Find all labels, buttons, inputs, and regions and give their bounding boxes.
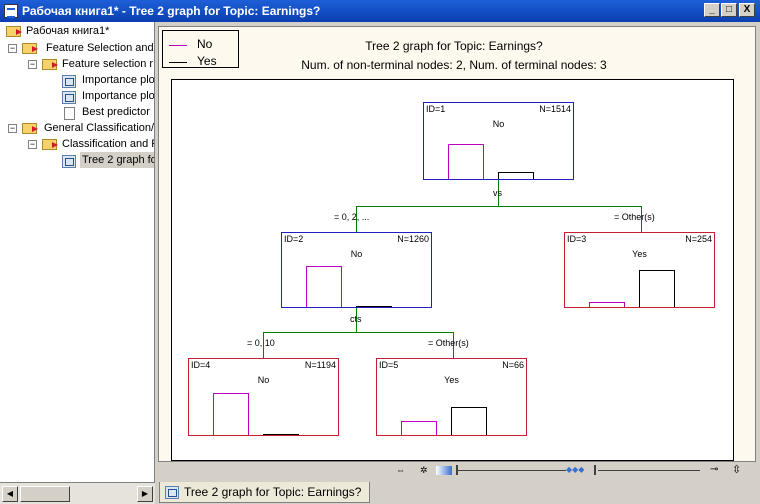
node-bar-yes [356, 306, 392, 307]
folder-icon [42, 139, 58, 150]
tree-node[interactable]: ID=4 N=1194 No [188, 358, 339, 436]
workbook-tree: Рабочая книга1* − Feature Selection and … [0, 22, 155, 482]
node-id: ID=4 [191, 360, 211, 370]
node-count: N=1194 [304, 360, 336, 370]
folder-icon [22, 43, 38, 54]
legend-no-swatch [169, 45, 187, 46]
zoom-slider-handle[interactable] [456, 465, 458, 475]
node-bar-yes [498, 172, 534, 179]
tree-item-feature-selection-results[interactable]: Feature selection r [62, 56, 153, 72]
node-class: No [492, 119, 505, 129]
connector [356, 206, 641, 207]
settings-icon[interactable]: ✲ [420, 465, 428, 476]
pan-icon[interactable]: ⇔ [396, 465, 405, 475]
key-icon[interactable]: ⊸ [710, 464, 718, 475]
node-count: N=1260 [397, 234, 429, 244]
tree-item-general-classification[interactable]: General Classification/R [44, 120, 154, 136]
document-icon [64, 107, 75, 120]
node-bar-no [589, 302, 625, 307]
close-button[interactable]: X [739, 3, 755, 17]
split-variable-label: cts [350, 314, 362, 324]
node-count: N=1514 [539, 104, 571, 114]
tree-node[interactable]: ID=5 N=66 Yes [376, 358, 527, 436]
tree-node[interactable]: ID=1 N=1514 No [423, 102, 574, 180]
document-tabbar: Tree 2 graph for Topic: Earnings? [155, 482, 760, 504]
node-id: ID=1 [426, 104, 446, 114]
tree-item-importance-plot-1[interactable]: Importance plo [82, 72, 154, 88]
tree-item-tree-graph-selected[interactable]: Tree 2 graph fo [80, 152, 154, 168]
collapse-icon[interactable]: − [28, 140, 37, 149]
collapse-icon[interactable]: − [8, 124, 17, 133]
node-count: N=66 [502, 360, 524, 370]
tree-item-importance-plot-2[interactable]: Importance plo [82, 88, 154, 104]
graph-icon [62, 75, 76, 88]
window-title: Рабочая книга1* - Tree 2 graph for Topic… [22, 4, 321, 18]
node-class: No [257, 375, 270, 385]
split-left-label: = 0, 2, ... [334, 212, 370, 222]
minimize-button[interactable]: _ [704, 3, 720, 17]
graph-subtitle: Num. of non-terminal nodes: 2, Num. of t… [301, 58, 607, 72]
split-right-label: = Other(s) [614, 212, 655, 222]
node-id: ID=5 [379, 360, 399, 370]
collapse-icon[interactable]: − [8, 44, 17, 53]
zoom-slider-track[interactable] [598, 470, 700, 471]
node-bar-no [306, 266, 342, 307]
folder-icon [42, 59, 58, 70]
zoom-slider-track[interactable] [456, 470, 566, 471]
tree-node[interactable]: ID=2 N=1260 No [281, 232, 432, 308]
node-id: ID=2 [284, 234, 304, 244]
graph-window: No Yes Tree 2 graph for Topic: Earnings?… [158, 26, 756, 478]
scroll-left-icon[interactable]: ◀ [2, 486, 18, 502]
tree-item-feature-selection[interactable]: Feature Selection and [46, 40, 154, 56]
split-variable-label: vs [493, 188, 502, 198]
maximize-button[interactable]: □ [721, 3, 737, 17]
graph-icon [62, 91, 76, 104]
legend-yes-swatch [169, 62, 187, 63]
split-right-label: = Other(s) [428, 338, 469, 348]
tree-item-workbook[interactable]: Рабочая книга1* [26, 23, 109, 39]
expand-icon[interactable]: ⇳ [732, 463, 741, 476]
zoom-indicator-icon: ◆◆◆ [566, 465, 585, 474]
legend-no-label: No [197, 37, 213, 51]
folder-icon [22, 123, 38, 134]
node-bar-no [401, 421, 437, 435]
graph-title: Tree 2 graph for Topic: Earnings? [365, 39, 543, 53]
node-class: Yes [444, 375, 459, 385]
workbook-folder-icon [6, 26, 22, 37]
tree-item-classification-results[interactable]: Classification and R [62, 136, 154, 152]
legend: No Yes [162, 30, 239, 68]
window-titlebar[interactable]: Рабочая книга1* - Tree 2 graph for Topic… [0, 0, 760, 22]
scrollbar-thumb[interactable] [20, 486, 70, 502]
collapse-icon[interactable]: − [28, 60, 37, 69]
scroll-right-icon[interactable]: ▶ [137, 486, 153, 502]
workbook-icon [4, 4, 18, 18]
node-bar-yes [451, 407, 487, 435]
node-bar-no [213, 393, 249, 435]
tree-plot: vs = 0, 2, ... = Other(s) cts = 0, 10 = … [171, 79, 734, 461]
tree-horizontal-scrollbar[interactable]: ◀ ▶ [0, 482, 155, 504]
node-bar-yes [639, 270, 675, 307]
tab-tree-graph[interactable]: Tree 2 graph for Topic: Earnings? [159, 482, 371, 503]
tab-label: Tree 2 graph for Topic: Earnings? [184, 485, 362, 499]
node-bar-no [448, 144, 484, 179]
node-bar-yes [263, 434, 299, 435]
split-left-label: = 0, 10 [247, 338, 275, 348]
graph-icon [165, 486, 179, 499]
tree-node[interactable]: ID=3 N=254 Yes [564, 232, 715, 308]
node-class: Yes [632, 249, 647, 259]
node-class: No [350, 249, 363, 259]
node-count: N=254 [685, 234, 712, 244]
connector [263, 332, 453, 333]
tree-item-best-predictor[interactable]: Best predictor [82, 104, 150, 120]
legend-yes-label: Yes [197, 54, 217, 68]
color-scale-icon [436, 466, 452, 475]
zoom-slider-handle[interactable] [594, 465, 596, 475]
graph-toolbar: ⇔ ✲ ◆◆◆ ⊸ ⇳ [158, 461, 756, 478]
graph-icon [62, 155, 76, 168]
node-id: ID=3 [567, 234, 587, 244]
